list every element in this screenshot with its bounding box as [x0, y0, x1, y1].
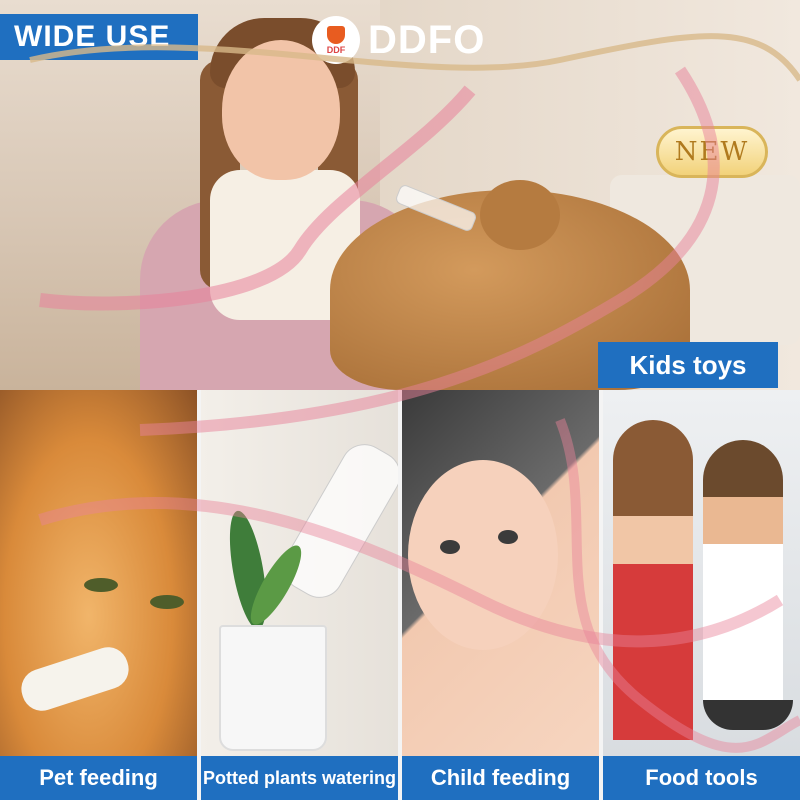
- brand-name: DDFO: [368, 17, 486, 62]
- woman-cooking: [613, 420, 693, 740]
- panel-pet-feeding: Pet feeding: [0, 390, 197, 800]
- panel-caption: Food tools: [603, 756, 800, 800]
- syringe-icon: [274, 435, 398, 607]
- baby-eye: [498, 530, 518, 544]
- baby-face: [408, 460, 558, 650]
- panel-child-feeding: Child feeding: [402, 390, 599, 800]
- brand: DDF DDFO: [312, 12, 485, 68]
- flower-pot: [219, 625, 327, 751]
- teddy-bear-ear: [480, 180, 560, 250]
- product-collage: WIDE USE DDF DDFO NEW Kids toys Pet feed…: [0, 0, 800, 800]
- cat-eye: [150, 595, 184, 609]
- man-cooking: [703, 440, 783, 700]
- new-badge: NEW: [656, 126, 768, 178]
- panel-caption: Child feeding: [402, 756, 599, 800]
- shield-icon: [327, 25, 345, 44]
- usage-panels: Pet feeding Potted plants watering Child…: [0, 390, 800, 800]
- brand-logo-text: DDF: [326, 44, 346, 55]
- feeding-bottle: [16, 642, 134, 716]
- baby-eye: [440, 540, 460, 554]
- hero-caption: Kids toys: [598, 342, 778, 388]
- panel-food-tools: Food tools: [603, 390, 800, 800]
- panel-caption: Pet feeding: [0, 756, 197, 800]
- frying-pan: [703, 700, 793, 730]
- brand-logo-icon: DDF: [312, 16, 360, 64]
- panel-caption: Potted plants watering: [201, 756, 398, 800]
- wide-use-label: WIDE USE: [0, 14, 198, 60]
- panel-potted-plants-watering: Potted plants watering: [201, 390, 398, 800]
- cat-eye: [84, 578, 118, 592]
